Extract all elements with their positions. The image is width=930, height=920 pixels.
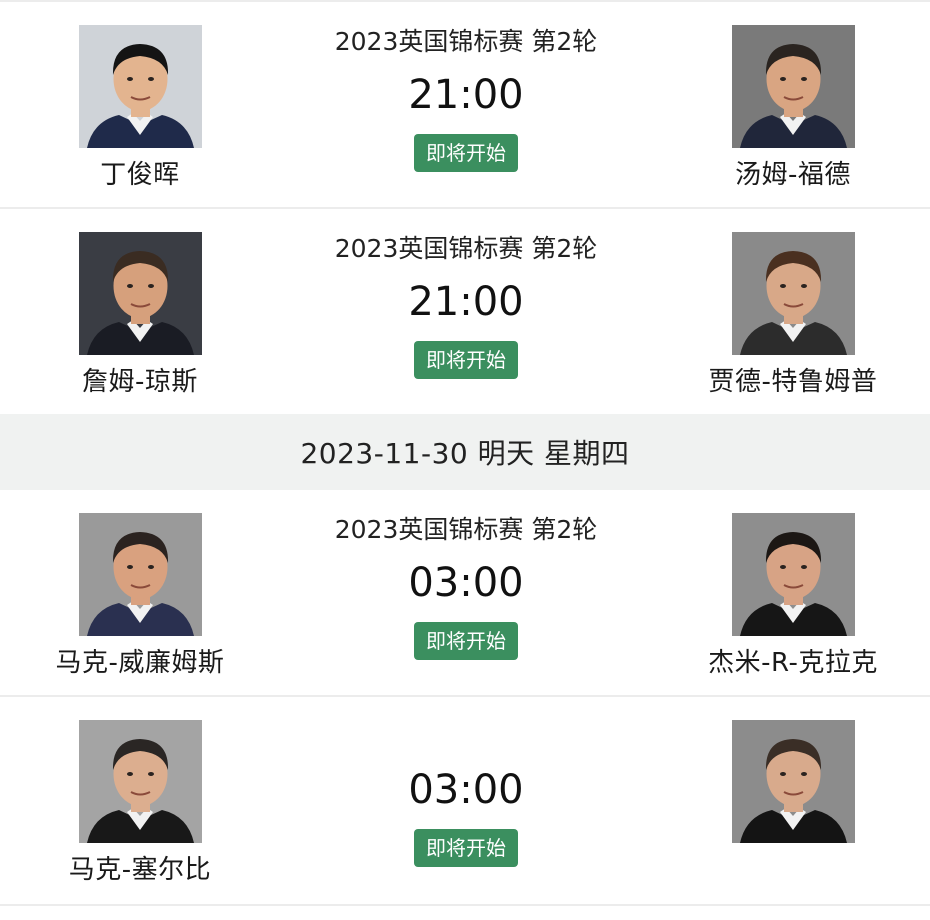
player-name: 马克-塞尔比 [68,855,212,885]
portrait-graphic [78,25,202,148]
player-photo [78,232,202,355]
player-photo [78,513,202,636]
match-time: 21:00 [408,72,524,118]
player-photo [731,232,855,355]
player-name: 杰米-R-克拉克 [708,648,878,678]
match-card[interactable]: 丁俊晖 2023英国锦标赛 第2轮 21:00 即将开始 汤姆-福德 [0,2,930,207]
portrait-graphic [78,232,202,355]
match-time: 03:00 [408,560,524,606]
portrait-graphic [78,720,202,843]
home-player[interactable]: 马克-威廉姆斯 [45,513,235,679]
player-name: 马克-威廉姆斯 [55,648,225,678]
player-photo [731,25,855,148]
match-card[interactable]: 马克-威廉姆斯 2023英国锦标赛 第2轮 03:00 即将开始 杰米-R-克拉… [0,490,930,695]
status-badge: 即将开始 [414,622,518,660]
status-badge: 即将开始 [414,134,518,172]
player-photo [78,720,202,843]
match-info: 2023英国锦标赛 第2轮 03:00 即将开始 [280,512,652,660]
date-divider: 2023-11-30 明天 星期四 [0,414,930,490]
match-card[interactable]: 詹姆-琼斯 2023英国锦标赛 第2轮 21:00 即将开始 贾德-特鲁姆普 [0,209,930,414]
match-time: 21:00 [408,279,524,325]
player-photo [731,720,855,843]
player-name: 贾德-特鲁姆普 [708,367,878,397]
portrait-graphic [731,25,855,148]
event-round: 2023英国锦标赛 第2轮 [334,515,598,544]
status-badge: 即将开始 [414,341,518,379]
home-player[interactable]: 马克-塞尔比 [45,720,235,886]
status-badge: 即将开始 [414,829,518,867]
event-round: 2023英国锦标赛 第2轮 [334,27,598,56]
match-time: 03:00 [408,767,524,813]
player-photo [78,25,202,148]
divider [0,904,930,906]
away-player[interactable]: 杰米-R-克拉克 [698,513,888,679]
portrait-graphic [731,232,855,355]
match-schedule-list: 丁俊晖 2023英国锦标赛 第2轮 21:00 即将开始 汤姆-福德 詹姆-琼斯… [0,0,930,906]
away-player[interactable]: 贾德-特鲁姆普 [698,232,888,398]
player-name: 汤姆-福德 [735,160,851,190]
match-card[interactable]: 马克-塞尔比 03:00 即将开始 [0,697,930,904]
home-player[interactable]: 丁俊晖 [45,25,235,191]
match-info: 03:00 即将开始 [280,719,652,867]
player-name: 詹姆-琼斯 [82,367,198,397]
home-player[interactable]: 詹姆-琼斯 [45,232,235,398]
match-info: 2023英国锦标赛 第2轮 21:00 即将开始 [280,231,652,379]
player-name: 丁俊晖 [100,160,180,190]
away-player[interactable] [698,720,888,849]
match-info: 2023英国锦标赛 第2轮 21:00 即将开始 [280,24,652,172]
event-round: 2023英国锦标赛 第2轮 [334,234,598,263]
portrait-graphic [731,720,855,843]
portrait-graphic [731,513,855,636]
away-player[interactable]: 汤姆-福德 [698,25,888,191]
portrait-graphic [78,513,202,636]
player-photo [731,513,855,636]
